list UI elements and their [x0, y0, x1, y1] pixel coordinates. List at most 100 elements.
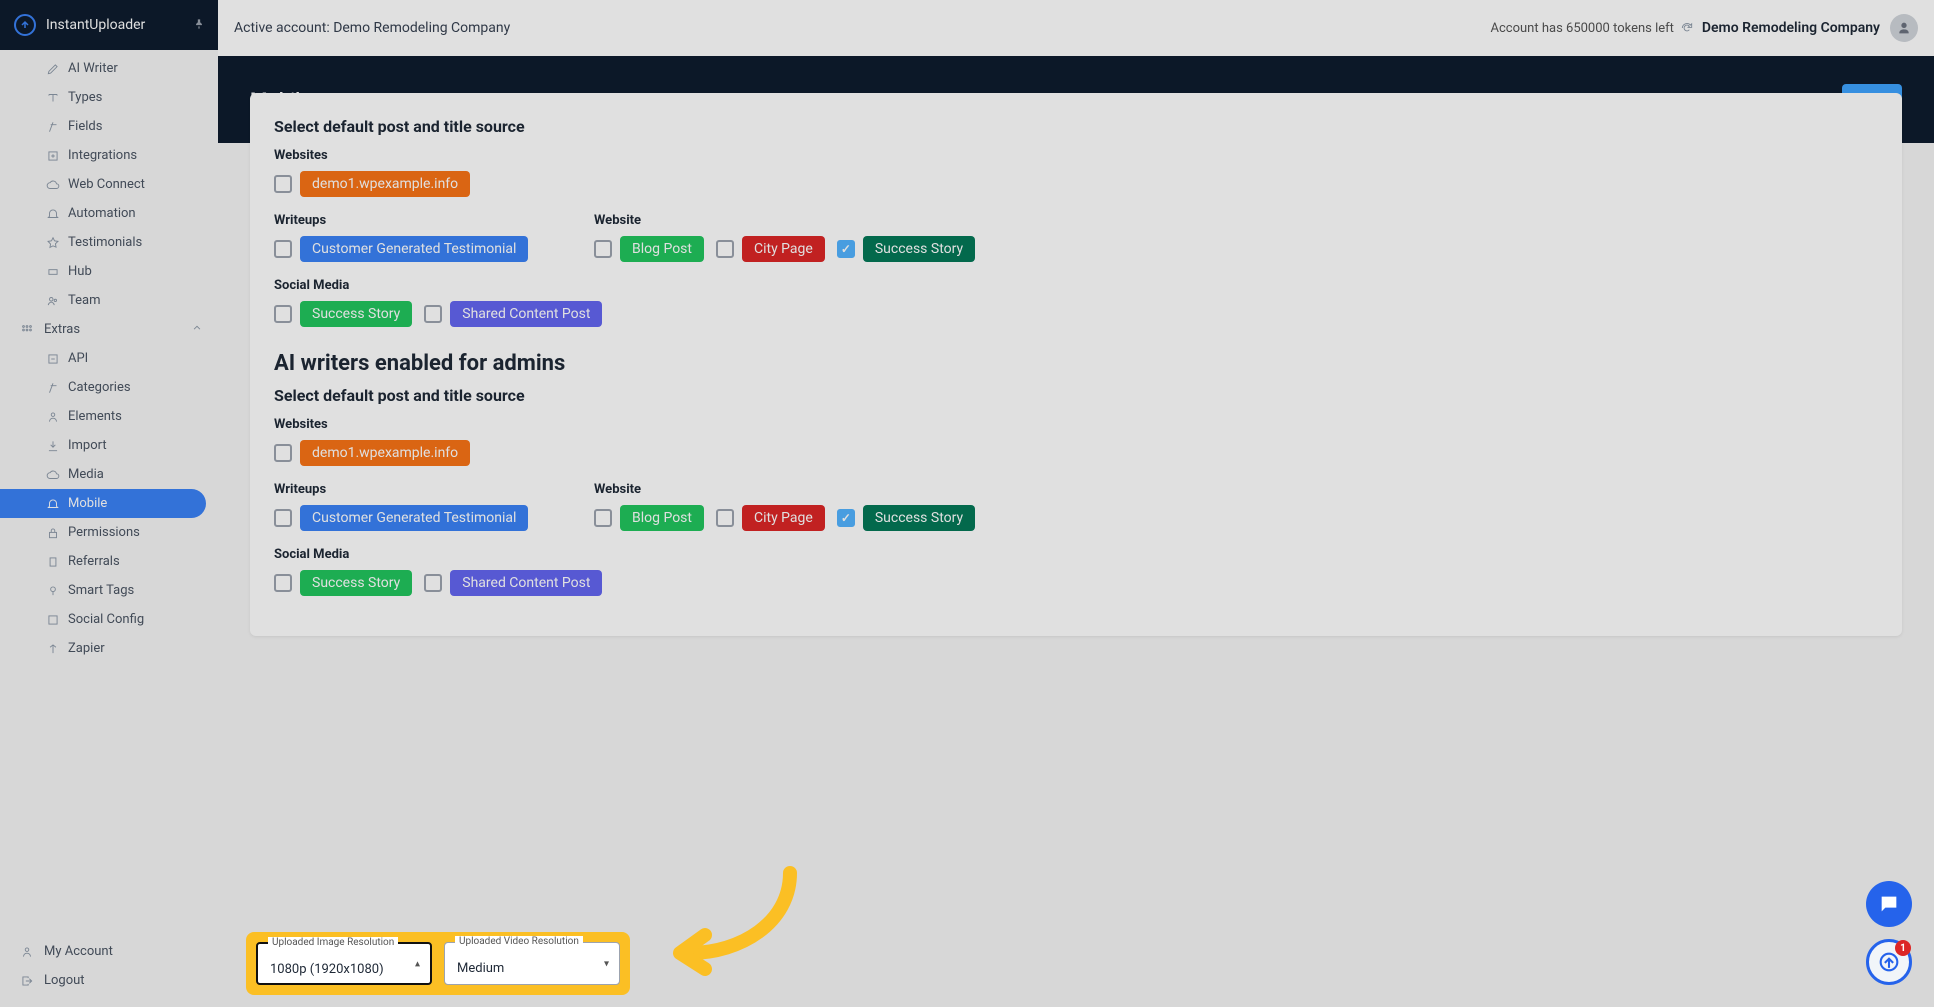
sidebar-item-api[interactable]: API [0, 344, 218, 373]
pin-icon[interactable] [192, 16, 206, 35]
checkbox-site-1[interactable] [274, 175, 292, 193]
help-button[interactable]: 1 [1866, 939, 1912, 985]
sidebar-item-integrations[interactable]: Integrations [0, 141, 218, 170]
logout-icon [20, 974, 34, 988]
label: Smart Tags [68, 583, 134, 598]
avatar[interactable] [1890, 14, 1918, 42]
lock-icon [46, 526, 60, 540]
notification-badge: 1 [1895, 940, 1911, 956]
sidebar-item-team[interactable]: Team [0, 286, 218, 315]
chip-writeup-2: Customer Generated Testimonial [300, 505, 528, 531]
checkbox-blog[interactable] [594, 240, 612, 258]
tokens-remaining: Account has 650000 tokens left [1491, 21, 1694, 36]
brand-name: InstantUploader [46, 17, 145, 33]
label: Logout [44, 973, 85, 988]
sidebar-item-social-config[interactable]: Social Config [0, 605, 218, 634]
dropdown-arrow-icon: ▾ [604, 958, 609, 969]
highlight-callout: Uploaded Image Resolution 1080p (1920x10… [246, 932, 630, 995]
label: Media [68, 467, 104, 482]
select-label: Uploaded Image Resolution [268, 937, 398, 948]
sidebar-item-fields[interactable]: Fields [0, 112, 218, 141]
chip-website-2: demo1.wpexample.info [300, 440, 470, 466]
website-header-2: Website [594, 482, 975, 497]
sidebar-item-my-account[interactable]: My Account [0, 937, 218, 966]
select-value: Medium [457, 961, 504, 976]
label: Automation [68, 206, 136, 221]
sidebar-item-types[interactable]: Types [0, 83, 218, 112]
label: API [68, 351, 88, 366]
chat-button[interactable] [1866, 881, 1912, 927]
cloud-icon [46, 178, 60, 192]
checkbox-blog-2[interactable] [594, 509, 612, 527]
brand-bar: InstantUploader [0, 0, 218, 50]
sidebar-item-ai-writer[interactable]: AI Writer [0, 54, 218, 83]
chip-city-2: City Page [742, 505, 825, 531]
label: My Account [44, 944, 113, 959]
website-header: Website [594, 213, 975, 228]
websites-header: Websites [274, 148, 1878, 163]
checkbox-sm-success[interactable] [274, 305, 292, 323]
sidebar-item-web-connect[interactable]: Web Connect [0, 170, 218, 199]
chip-blog-2: Blog Post [620, 505, 704, 531]
checkbox-writeup-1[interactable] [274, 240, 292, 258]
sidebar-item-testimonials[interactable]: Testimonials [0, 228, 218, 257]
image-resolution-select[interactable]: Uploaded Image Resolution 1080p (1920x10… [256, 942, 432, 985]
chip-city: City Page [742, 236, 825, 262]
select-value: 1080p (1920x1080) [270, 962, 384, 977]
label: Types [68, 90, 102, 105]
refresh-icon[interactable] [1680, 21, 1694, 35]
websites-header-2: Websites [274, 417, 1878, 432]
checkbox-success-2[interactable] [837, 509, 855, 527]
sidebar-item-permissions[interactable]: Permissions [0, 518, 218, 547]
settings-card: Select default post and title source Web… [250, 93, 1902, 636]
label: Integrations [68, 148, 137, 163]
fields-icon [46, 120, 60, 134]
checkbox-sm-shared-2[interactable] [424, 574, 442, 592]
checkbox-sm-success-2[interactable] [274, 574, 292, 592]
checkbox-writeup-2[interactable] [274, 509, 292, 527]
label: Extras [44, 322, 80, 337]
bell-icon [46, 207, 60, 221]
label: Team [68, 293, 101, 308]
social-icon [46, 613, 60, 627]
select-label: Uploaded Video Resolution [455, 936, 583, 947]
sidebar-item-categories[interactable]: Categories [0, 373, 218, 402]
checkbox-site-2[interactable] [274, 444, 292, 462]
checkbox-city[interactable] [716, 240, 734, 258]
section-title-2: AI writers enabled for admins [274, 351, 1878, 376]
checkbox-sm-shared[interactable] [424, 305, 442, 323]
label: Referrals [68, 554, 120, 569]
mobile-icon [46, 497, 60, 511]
import-icon [46, 439, 60, 453]
referrals-icon [46, 555, 60, 569]
callout-arrow-icon [650, 863, 810, 987]
sidebar-item-zapier[interactable]: Zapier [0, 634, 218, 663]
checkbox-city-2[interactable] [716, 509, 734, 527]
sidebar-item-referrals[interactable]: Referrals [0, 547, 218, 576]
categories-icon [46, 381, 60, 395]
nav: AI Writer Types Fields Integrations Web … [0, 50, 218, 929]
sidebar-item-hub[interactable]: Hub [0, 257, 218, 286]
checkbox-success[interactable] [837, 240, 855, 258]
user-icon [20, 945, 34, 959]
writeups-header: Writeups [274, 213, 554, 228]
sidebar-item-automation[interactable]: Automation [0, 199, 218, 228]
chip-sm-shared: Shared Content Post [450, 301, 602, 327]
sidebar-item-import[interactable]: Import [0, 431, 218, 460]
label: Testimonials [68, 235, 142, 250]
company-name[interactable]: Demo Remodeling Company [1702, 20, 1880, 36]
sidebar-item-logout[interactable]: Logout [0, 966, 218, 995]
video-resolution-select[interactable]: Uploaded Video Resolution Medium ▾ [444, 942, 620, 985]
team-icon [46, 294, 60, 308]
sidebar-item-media[interactable]: Media [0, 460, 218, 489]
label: Social Config [68, 612, 144, 627]
section-title-1: Select default post and title source [274, 117, 1878, 136]
sidebar-item-smart-tags[interactable]: Smart Tags [0, 576, 218, 605]
chip-success-2: Success Story [863, 505, 975, 531]
sidebar-group-extras[interactable]: Extras [0, 315, 218, 344]
main: Active account: Demo Remodeling Company … [218, 0, 1934, 1007]
sidebar-item-elements[interactable]: Elements [0, 402, 218, 431]
chip-writeup: Customer Generated Testimonial [300, 236, 528, 262]
label: Web Connect [68, 177, 145, 192]
sidebar-item-mobile[interactable]: Mobile [0, 489, 206, 518]
